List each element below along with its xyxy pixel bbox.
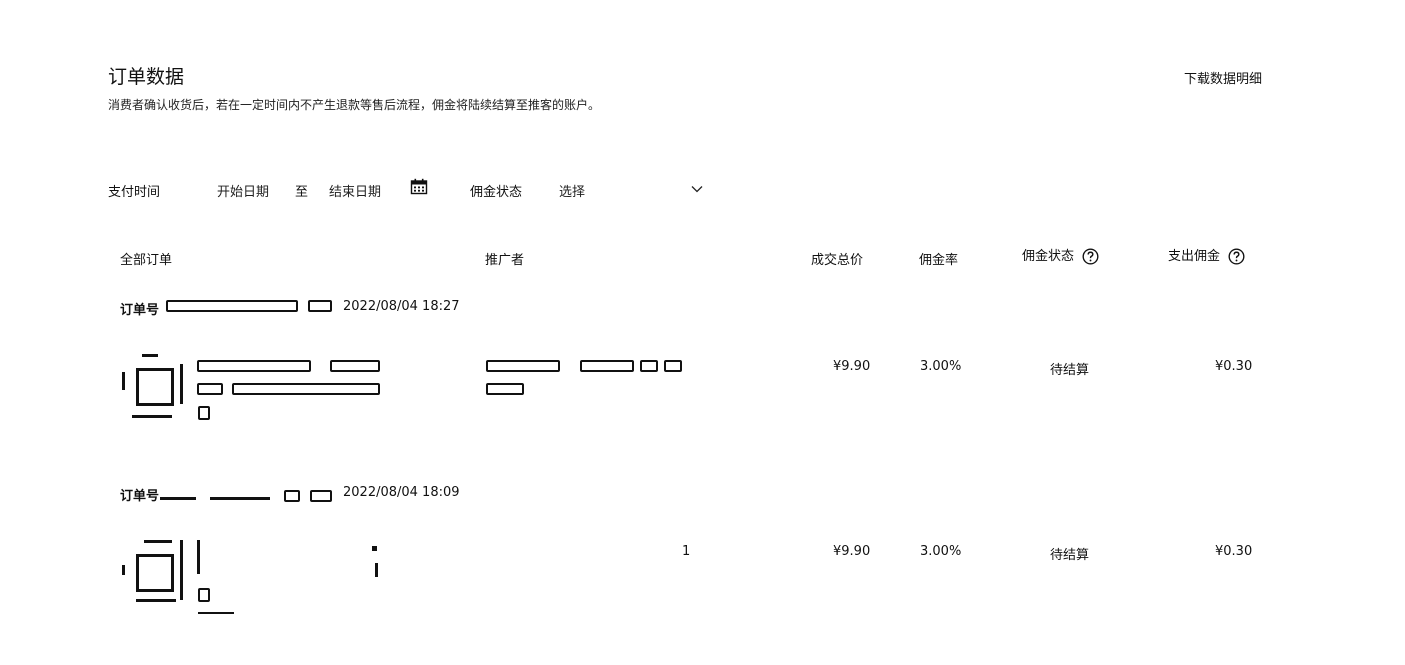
order-header: 订单号 bbox=[120, 485, 159, 504]
order-commission-rate: 3.00% bbox=[920, 544, 962, 559]
date-range-separator: 至 bbox=[295, 185, 309, 200]
chevron-down-icon[interactable] bbox=[690, 182, 704, 196]
order-time: 2022/08/04 18:27 bbox=[343, 299, 460, 314]
download-details-link[interactable]: 下载数据明细 bbox=[1184, 68, 1262, 87]
pay-time-label: 支付时间 bbox=[108, 185, 161, 200]
redacted-product-title bbox=[375, 563, 378, 577]
column-commission-status: 佣金状态 bbox=[1022, 245, 1099, 265]
redacted-product-title bbox=[197, 540, 200, 574]
order-number-label: 订单号 bbox=[120, 303, 160, 318]
column-commission-rate: 佣金率 bbox=[919, 253, 959, 268]
commission-status-filter-label: 佣金状态 bbox=[470, 185, 523, 200]
help-circle-icon[interactable] bbox=[1228, 248, 1245, 265]
redacted-order-number bbox=[310, 490, 332, 502]
redacted-product-title bbox=[197, 360, 311, 372]
column-paid-commission-label: 支出佣金 bbox=[1168, 249, 1221, 264]
order-commission-status: 待结算 bbox=[1050, 363, 1090, 378]
column-promoter: 推广者 bbox=[485, 253, 525, 268]
column-commission-status-label: 佣金状态 bbox=[1022, 249, 1075, 264]
redacted-product-spec bbox=[198, 588, 210, 602]
calendar-icon[interactable] bbox=[410, 178, 428, 195]
redacted-product-title bbox=[197, 383, 223, 395]
column-all-orders[interactable]: 全部订单 bbox=[120, 249, 172, 268]
redacted-product-title bbox=[372, 546, 377, 551]
order-commission-status: 待结算 bbox=[1050, 548, 1090, 563]
redacted-promoter-name bbox=[664, 360, 682, 372]
redacted-product-title bbox=[330, 360, 380, 372]
redacted-order-number bbox=[166, 300, 298, 312]
order-time: 2022/08/04 18:09 bbox=[343, 485, 460, 500]
redacted-product-spec bbox=[198, 406, 210, 420]
help-circle-icon[interactable] bbox=[1082, 248, 1099, 265]
column-total-price: 成交总价 bbox=[811, 253, 864, 268]
column-paid-commission: 支出佣金 bbox=[1168, 245, 1245, 265]
order-number-label: 订单号 bbox=[120, 489, 160, 504]
order-price: ¥9.90 bbox=[833, 359, 871, 374]
promoter-fragment: 1 bbox=[682, 544, 691, 559]
redacted-promoter-name bbox=[640, 360, 658, 372]
redacted-promoter-name bbox=[486, 360, 560, 372]
page-description: 消费者确认收货后，若在一定时间内不产生退款等售后流程，佣金将陆续结算至推客的账户… bbox=[108, 98, 601, 112]
redacted-order-number bbox=[210, 497, 270, 500]
redacted-promoter-id bbox=[486, 383, 524, 395]
redacted-product-spec bbox=[198, 612, 234, 614]
redacted-order-number bbox=[308, 300, 332, 312]
redacted-order-number bbox=[284, 490, 300, 502]
order-paid-commission: ¥0.30 bbox=[1215, 544, 1253, 559]
redacted-promoter-name bbox=[580, 360, 634, 372]
redacted-product-title bbox=[232, 383, 380, 395]
product-thumbnail[interactable] bbox=[122, 354, 184, 418]
page-title: 订单数据 bbox=[108, 66, 185, 88]
commission-status-select[interactable]: 选择 bbox=[559, 181, 585, 200]
order-paid-commission: ¥0.30 bbox=[1215, 359, 1253, 374]
redacted-order-number bbox=[160, 497, 196, 500]
order-commission-rate: 3.00% bbox=[920, 359, 962, 374]
order-price: ¥9.90 bbox=[833, 544, 871, 559]
order-header: 订单号 bbox=[120, 299, 159, 318]
start-date-input[interactable]: 开始日期 bbox=[217, 181, 269, 200]
product-thumbnail[interactable] bbox=[122, 540, 184, 602]
end-date-input[interactable]: 结束日期 bbox=[329, 181, 381, 200]
